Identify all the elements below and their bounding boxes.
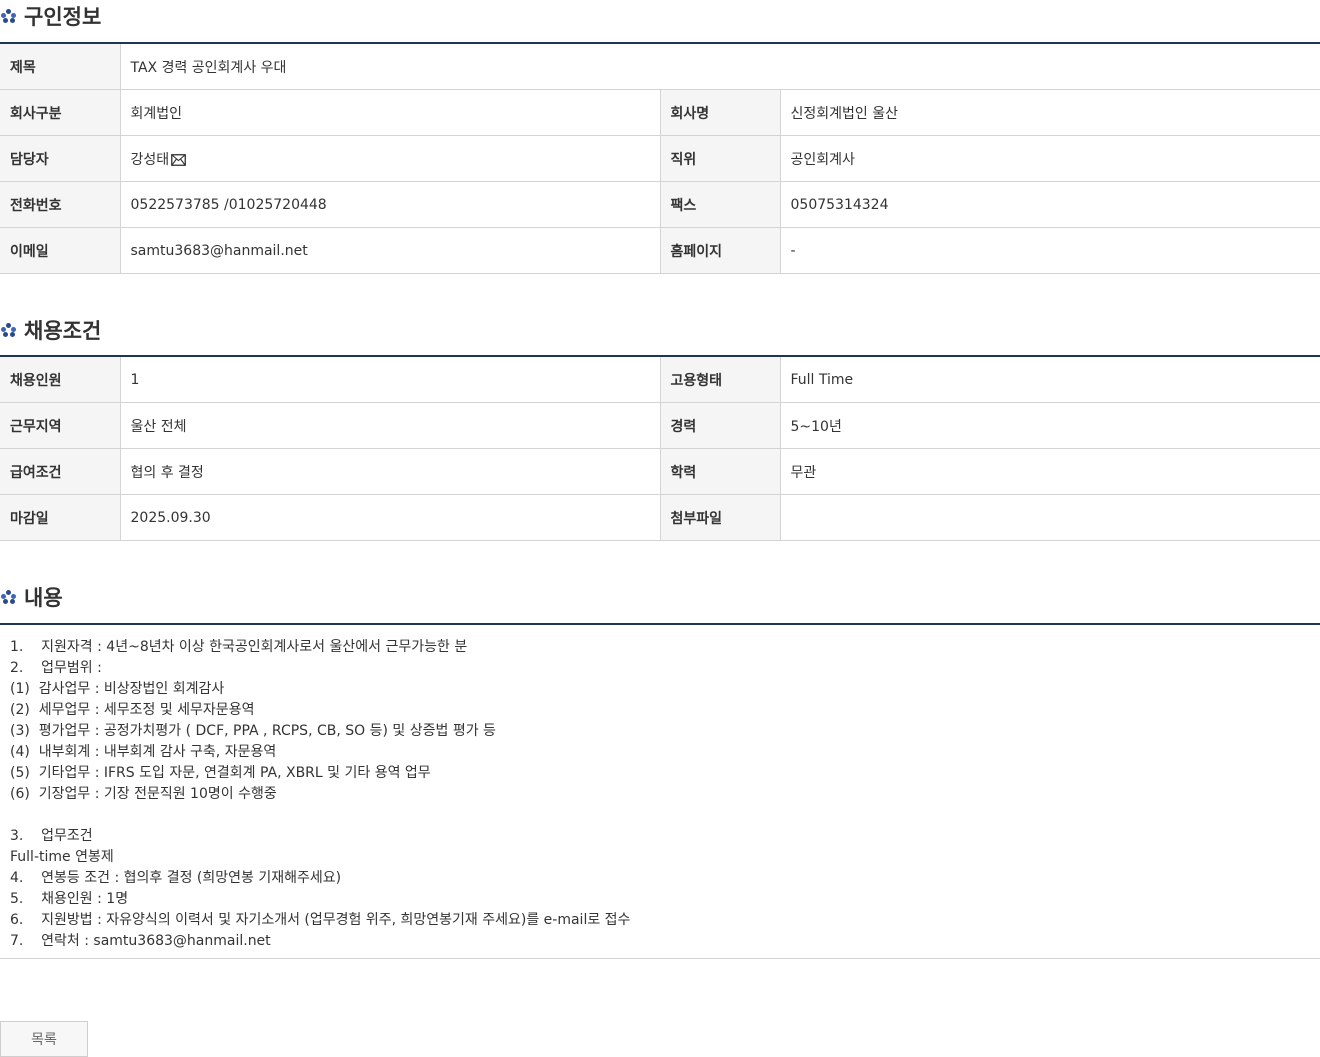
section-title-job-info: 구인정보 (0, 0, 101, 32)
table-row: 채용인원 1 고용형태 Full Time (0, 356, 1320, 403)
section-title-text: 내용 (24, 586, 63, 610)
education-label: 학력 (660, 448, 781, 495)
description-line: 3. 업무조건 (10, 828, 93, 844)
career-value: 5~10년 (780, 402, 1320, 449)
section-title-text: 구인정보 (24, 5, 102, 29)
description-line: 4. 연봉등 조건 : 협의후 결정 (희망연봉 기재해주세요) (10, 870, 342, 886)
fax-label: 팩스 (660, 181, 781, 228)
contact-value: 강성태 (130, 151, 170, 168)
company-name-value: 신정회계법인 울산 (780, 89, 1320, 136)
dots-icon (1, 9, 17, 23)
phone-label: 전화번호 (0, 181, 121, 228)
email-value: samtu3683@hanmail.net (120, 227, 661, 274)
company-type-value: 회계법인 (120, 89, 661, 136)
table-row: 마감일 2025.09.30 첨부파일 (0, 494, 1320, 541)
dots-icon (1, 590, 17, 604)
company-name-label: 회사명 (660, 89, 781, 136)
section-title-conditions: 채용조건 (0, 314, 101, 346)
description-line: (5) 기타업무 : IFRS 도입 자문, 연결회계 PA, XBRL 및 기… (10, 765, 431, 781)
company-type-label: 회사구분 (0, 89, 121, 136)
homepage-value: - (780, 227, 1320, 274)
description-line: (2) 세무업무 : 세무조정 및 세무자문용역 (10, 702, 255, 718)
description-line: 1. 지원자격 : 4년~8년차 이상 한국공인회계사로서 울산에서 근무가능한… (10, 639, 468, 655)
headcount-value: 1 (120, 356, 661, 403)
attachment-value[interactable] (780, 494, 1320, 541)
contact-cell: 강성태 (120, 135, 661, 182)
position-label: 직위 (660, 135, 781, 182)
description-line: (1) 감사업무 : 비상장법인 회계감사 (10, 681, 225, 697)
description-line: 5. 채용인원 : 1명 (10, 891, 129, 907)
table-row: 급여조건 협의 후 결정 학력 무관 (0, 448, 1320, 495)
position-value: 공인회계사 (780, 135, 1320, 182)
career-label: 경력 (660, 402, 781, 449)
region-label: 근무지역 (0, 402, 121, 449)
table-row: 근무지역 울산 전체 경력 5~10년 (0, 402, 1320, 449)
table-row: 제목 TAX 경력 공인회계사 우대 (0, 43, 1320, 90)
description-line (10, 805, 1310, 826)
employment-value: Full Time (780, 356, 1320, 403)
conditions-table: 채용인원 1 고용형태 Full Time 근무지역 울산 전체 경력 5~10… (0, 355, 1320, 541)
region-value: 울산 전체 (120, 402, 661, 449)
table-row: 이메일 samtu3683@hanmail.net 홈페이지 - (0, 227, 1320, 274)
subject-value: TAX 경력 공인회계사 우대 (120, 43, 1320, 90)
headcount-label: 채용인원 (0, 356, 121, 403)
email-label: 이메일 (0, 227, 121, 274)
phone-value: 0522573785 /01025720448 (120, 181, 661, 228)
attachment-label: 첨부파일 (660, 494, 781, 541)
salary-label: 급여조건 (0, 448, 121, 495)
employment-label: 고용형태 (660, 356, 781, 403)
subject-label: 제목 (0, 43, 121, 90)
description-line: 6. 지원방법 : 자유양식의 이력서 및 자기소개서 (업무경험 위주, 희망… (10, 912, 631, 928)
dots-icon (1, 323, 17, 337)
mail-icon[interactable] (171, 153, 187, 166)
salary-value: 협의 후 결정 (120, 448, 661, 495)
description-line: 7. 연락처 : samtu3683@hanmail.net (10, 933, 271, 949)
contact-label: 담당자 (0, 135, 121, 182)
description-line: (3) 평가업무 : 공정가치평가 ( DCF, PPA , RCPS, CB,… (10, 723, 496, 739)
table-row: 회사구분 회계법인 회사명 신정회계법인 울산 (0, 89, 1320, 136)
description-line: Full-time 연봉제 (10, 849, 114, 865)
table-row: 전화번호 0522573785 /01025720448 팩스 05075314… (0, 181, 1320, 228)
list-button[interactable]: 목록 (0, 1021, 88, 1057)
description-line: (6) 기장업무 : 기장 전문직원 10명이 수행중 (10, 786, 277, 802)
homepage-label: 홈페이지 (660, 227, 781, 274)
deadline-value: 2025.09.30 (120, 494, 661, 541)
deadline-label: 마감일 (0, 494, 121, 541)
section-title-text: 채용조건 (24, 319, 102, 343)
fax-value: 05075314324 (780, 181, 1320, 228)
description-line: (4) 내부회계 : 내부회계 감사 구축, 자문용역 (10, 744, 277, 760)
section-title-content: 내용 (0, 581, 63, 613)
job-info-table: 제목 TAX 경력 공인회계사 우대 회사구분 회계법인 회사명 신정회계법인 … (0, 42, 1320, 274)
job-description: 1. 지원자격 : 4년~8년차 이상 한국공인회계사로서 울산에서 근무가능한… (0, 623, 1320, 959)
description-line: 2. 업무범위 : (10, 660, 102, 676)
education-value: 무관 (780, 448, 1320, 495)
table-row: 담당자 강성태 직위 공인회계사 (0, 135, 1320, 182)
